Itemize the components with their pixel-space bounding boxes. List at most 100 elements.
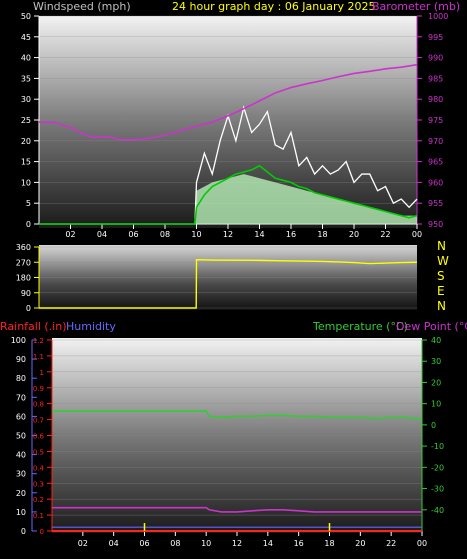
windspeed-tick-label: 0	[26, 220, 31, 229]
temp-x-tick-label: 06	[139, 539, 149, 548]
barometer-axis: 950 955 960 965 970 975 980 985 990 995 1000	[416, 12, 448, 229]
windspeed-tick-label: 5	[26, 199, 31, 208]
windspeed-tick-label: 40	[21, 54, 31, 63]
wind-x-tick-label: 22	[380, 230, 390, 239]
barometer-tick-label: 980	[428, 95, 443, 104]
direction-tick-label: 180	[16, 274, 31, 283]
wind-x-tick-label: 16	[286, 230, 296, 239]
wind-x-tick-label: 18	[317, 230, 327, 239]
rainfall-tick-label: 0.2	[33, 496, 44, 504]
humidity-tick-label: 60	[16, 412, 26, 421]
temperature-tick-label: 40	[431, 336, 441, 345]
wind-x-tick-label: 00	[412, 230, 422, 239]
temperature-tick-label: 20	[431, 378, 441, 387]
temperature-tick-label: 0	[431, 421, 436, 430]
temp-x-tick-label: 00	[417, 539, 427, 548]
humidity-tick-label: 50	[16, 432, 26, 441]
rainfall-tick-label: 0.8	[33, 401, 44, 409]
temp-x-tick-label: 12	[232, 539, 242, 548]
wind-x-tick-label: 02	[65, 230, 75, 239]
direction-tick-label: 270	[16, 258, 31, 267]
windspeed-tick-label: 45	[21, 33, 31, 42]
humidity-tick-label: 30	[16, 470, 26, 479]
temperature-label: Temperature (°C)	[312, 320, 408, 333]
temperature-tick-label: -30	[431, 485, 444, 494]
temp-x-tick-label: 04	[109, 539, 119, 548]
rainfall-tick-label: 0.3	[33, 480, 44, 488]
rainfall-tick-label: 1.2	[33, 337, 44, 345]
wind-x-tick-label: 10	[191, 230, 201, 239]
wind-x-tick-label: 06	[128, 230, 138, 239]
humidity-tick-label: 20	[16, 489, 26, 498]
windspeed-axis: 0 5 10 15 20 25 30 35 40 45 50	[21, 12, 40, 229]
rainfall-axis: 0 0.1 0.2 0.3 0.4 0.5 0.6 0.7 0.8 0.9 1 1.1 1.2	[33, 337, 53, 536]
rainfall-tick-label: 1.1	[33, 353, 44, 361]
rainfall-tick-label: 0	[40, 528, 44, 536]
windspeed-axis-label: Windspeed (mph)	[33, 0, 131, 13]
wind-x-tick-label: 14	[254, 230, 264, 239]
dewpoint-label: Dew Point (°C)	[396, 320, 467, 333]
barometer-tick-label: 1000	[428, 12, 448, 21]
temperature-tick-label: -10	[431, 442, 444, 451]
weather-graph-svg: Windspeed (mph) 24 hour graph day : 06 J…	[0, 0, 467, 548]
compass-n-bottom: N	[437, 299, 446, 313]
humidity-tick-label: 70	[16, 393, 26, 402]
barometer-tick-label: 965	[428, 158, 443, 167]
humidity-tick-label: 100	[11, 336, 26, 345]
temp-x-tick-label: 14	[263, 539, 273, 548]
barometer-tick-label: 985	[428, 74, 443, 83]
barometer-tick-label: 950	[428, 220, 443, 229]
compass-w: W	[437, 254, 449, 268]
windspeed-tick-label: 50	[21, 12, 31, 21]
temperature-tick-label: 30	[431, 357, 441, 366]
rainfall-tick-label: 0.6	[33, 433, 45, 441]
temp-x-tick-label: 22	[386, 539, 396, 548]
humidity-tick-label: 0	[21, 527, 26, 536]
temperature-tick-label: 10	[431, 400, 441, 409]
humidity-tick-label: 90	[16, 355, 26, 364]
wind-x-tick-label: 04	[97, 230, 107, 239]
windspeed-tick-label: 30	[21, 95, 31, 104]
compass-n-top: N	[437, 239, 446, 253]
barometer-tick-label: 975	[428, 116, 443, 125]
rainfall-tick-label: 0.1	[33, 512, 44, 520]
temp-x-tick-label: 08	[170, 539, 180, 548]
humidity-tick-label: 80	[16, 374, 26, 383]
rainfall-tick-label: 1	[40, 369, 44, 377]
barometer-tick-label: 995	[428, 33, 443, 42]
humidity-label: Humidity	[66, 320, 116, 333]
temp-chart-x-axis: 02 04 06 08 10 12 14 16 18 20 22 00	[52, 530, 427, 548]
temp-x-tick-label: 16	[294, 539, 304, 548]
humidity-tick-label: 10	[16, 508, 26, 517]
direction-tick-label: 0	[26, 304, 31, 313]
barometer-tick-label: 990	[428, 54, 443, 63]
direction-tick-label: 90	[21, 289, 31, 298]
windspeed-tick-label: 20	[21, 137, 31, 146]
wind-x-tick-label: 20	[349, 230, 359, 239]
temp-x-tick-label: 20	[355, 539, 365, 548]
rainfall-tick-label: 0.9	[33, 385, 44, 393]
rainfall-label: Rainfall (.in)	[0, 320, 67, 333]
direction-axis: 0 90 180 270 360	[16, 243, 40, 313]
humidity-tick-label: 40	[16, 451, 26, 460]
temp-x-tick-label: 10	[201, 539, 211, 548]
windspeed-tick-label: 35	[21, 74, 31, 83]
barometer-tick-label: 960	[428, 178, 443, 187]
rainfall-tick-label: 0.5	[33, 448, 44, 456]
rainfall-tick-label: 0.7	[33, 417, 44, 425]
windspeed-tick-label: 15	[21, 158, 31, 167]
rainfall-tick-label: 0.4	[33, 464, 45, 472]
compass-e: E	[437, 284, 445, 298]
compass-s: S	[437, 269, 445, 283]
weather-graph: Windspeed (mph) 24 hour graph day : 06 J…	[0, 0, 467, 555]
temperature-tick-label: -20	[431, 463, 444, 472]
temp-x-tick-label: 18	[324, 539, 334, 548]
wind-x-tick-label: 08	[160, 230, 170, 239]
barometer-tick-label: 970	[428, 137, 443, 146]
direction-tick-label: 360	[16, 243, 31, 252]
chart-title: 24 hour graph day : 06 January 2025	[172, 0, 376, 13]
barometer-tick-label: 955	[428, 199, 443, 208]
windspeed-tick-label: 25	[21, 116, 31, 125]
temperature-tick-label: -40	[431, 506, 444, 515]
windspeed-tick-label: 10	[21, 178, 31, 187]
